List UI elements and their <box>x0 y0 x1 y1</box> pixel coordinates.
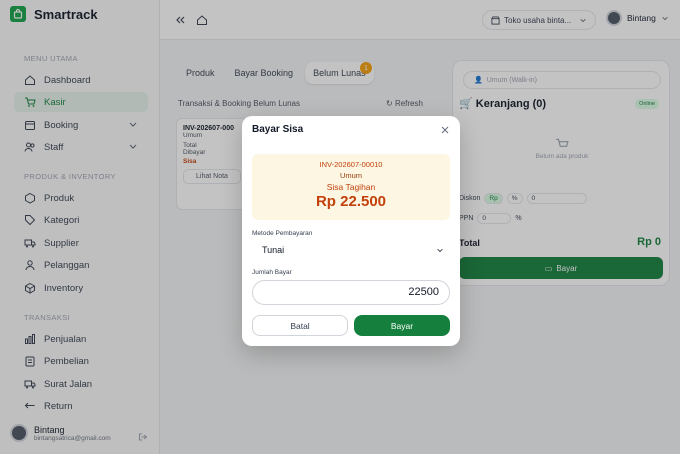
payment-method-select[interactable]: Tunai <box>252 241 450 259</box>
modal-invoice-id: INV-202607-00010 <box>319 160 383 169</box>
amount-input[interactable]: 22500 <box>252 280 450 305</box>
close-icon[interactable] <box>440 125 450 135</box>
payment-method-value: Tunai <box>262 245 285 255</box>
amount-label: Jumlah Bayar <box>252 269 292 276</box>
remaining-info-box: INV-202607-00010 Umum Sisa Tagihan Rp 22… <box>252 154 450 220</box>
method-label: Metode Pembayaran <box>252 230 313 237</box>
cancel-button[interactable]: Batal <box>252 315 348 336</box>
chevron-down-icon <box>437 248 443 253</box>
pay-remaining-modal: Bayar Sisa INV-202607-00010 Umum Sisa Ta… <box>242 116 460 346</box>
remaining-label: Sisa Tagihan <box>326 182 376 192</box>
modal-customer: Umum <box>339 171 363 180</box>
modal-title: Bayar Sisa <box>252 124 304 135</box>
pay-button[interactable]: Bayar <box>354 315 450 336</box>
remaining-amount: Rp 22.500 <box>315 193 387 210</box>
